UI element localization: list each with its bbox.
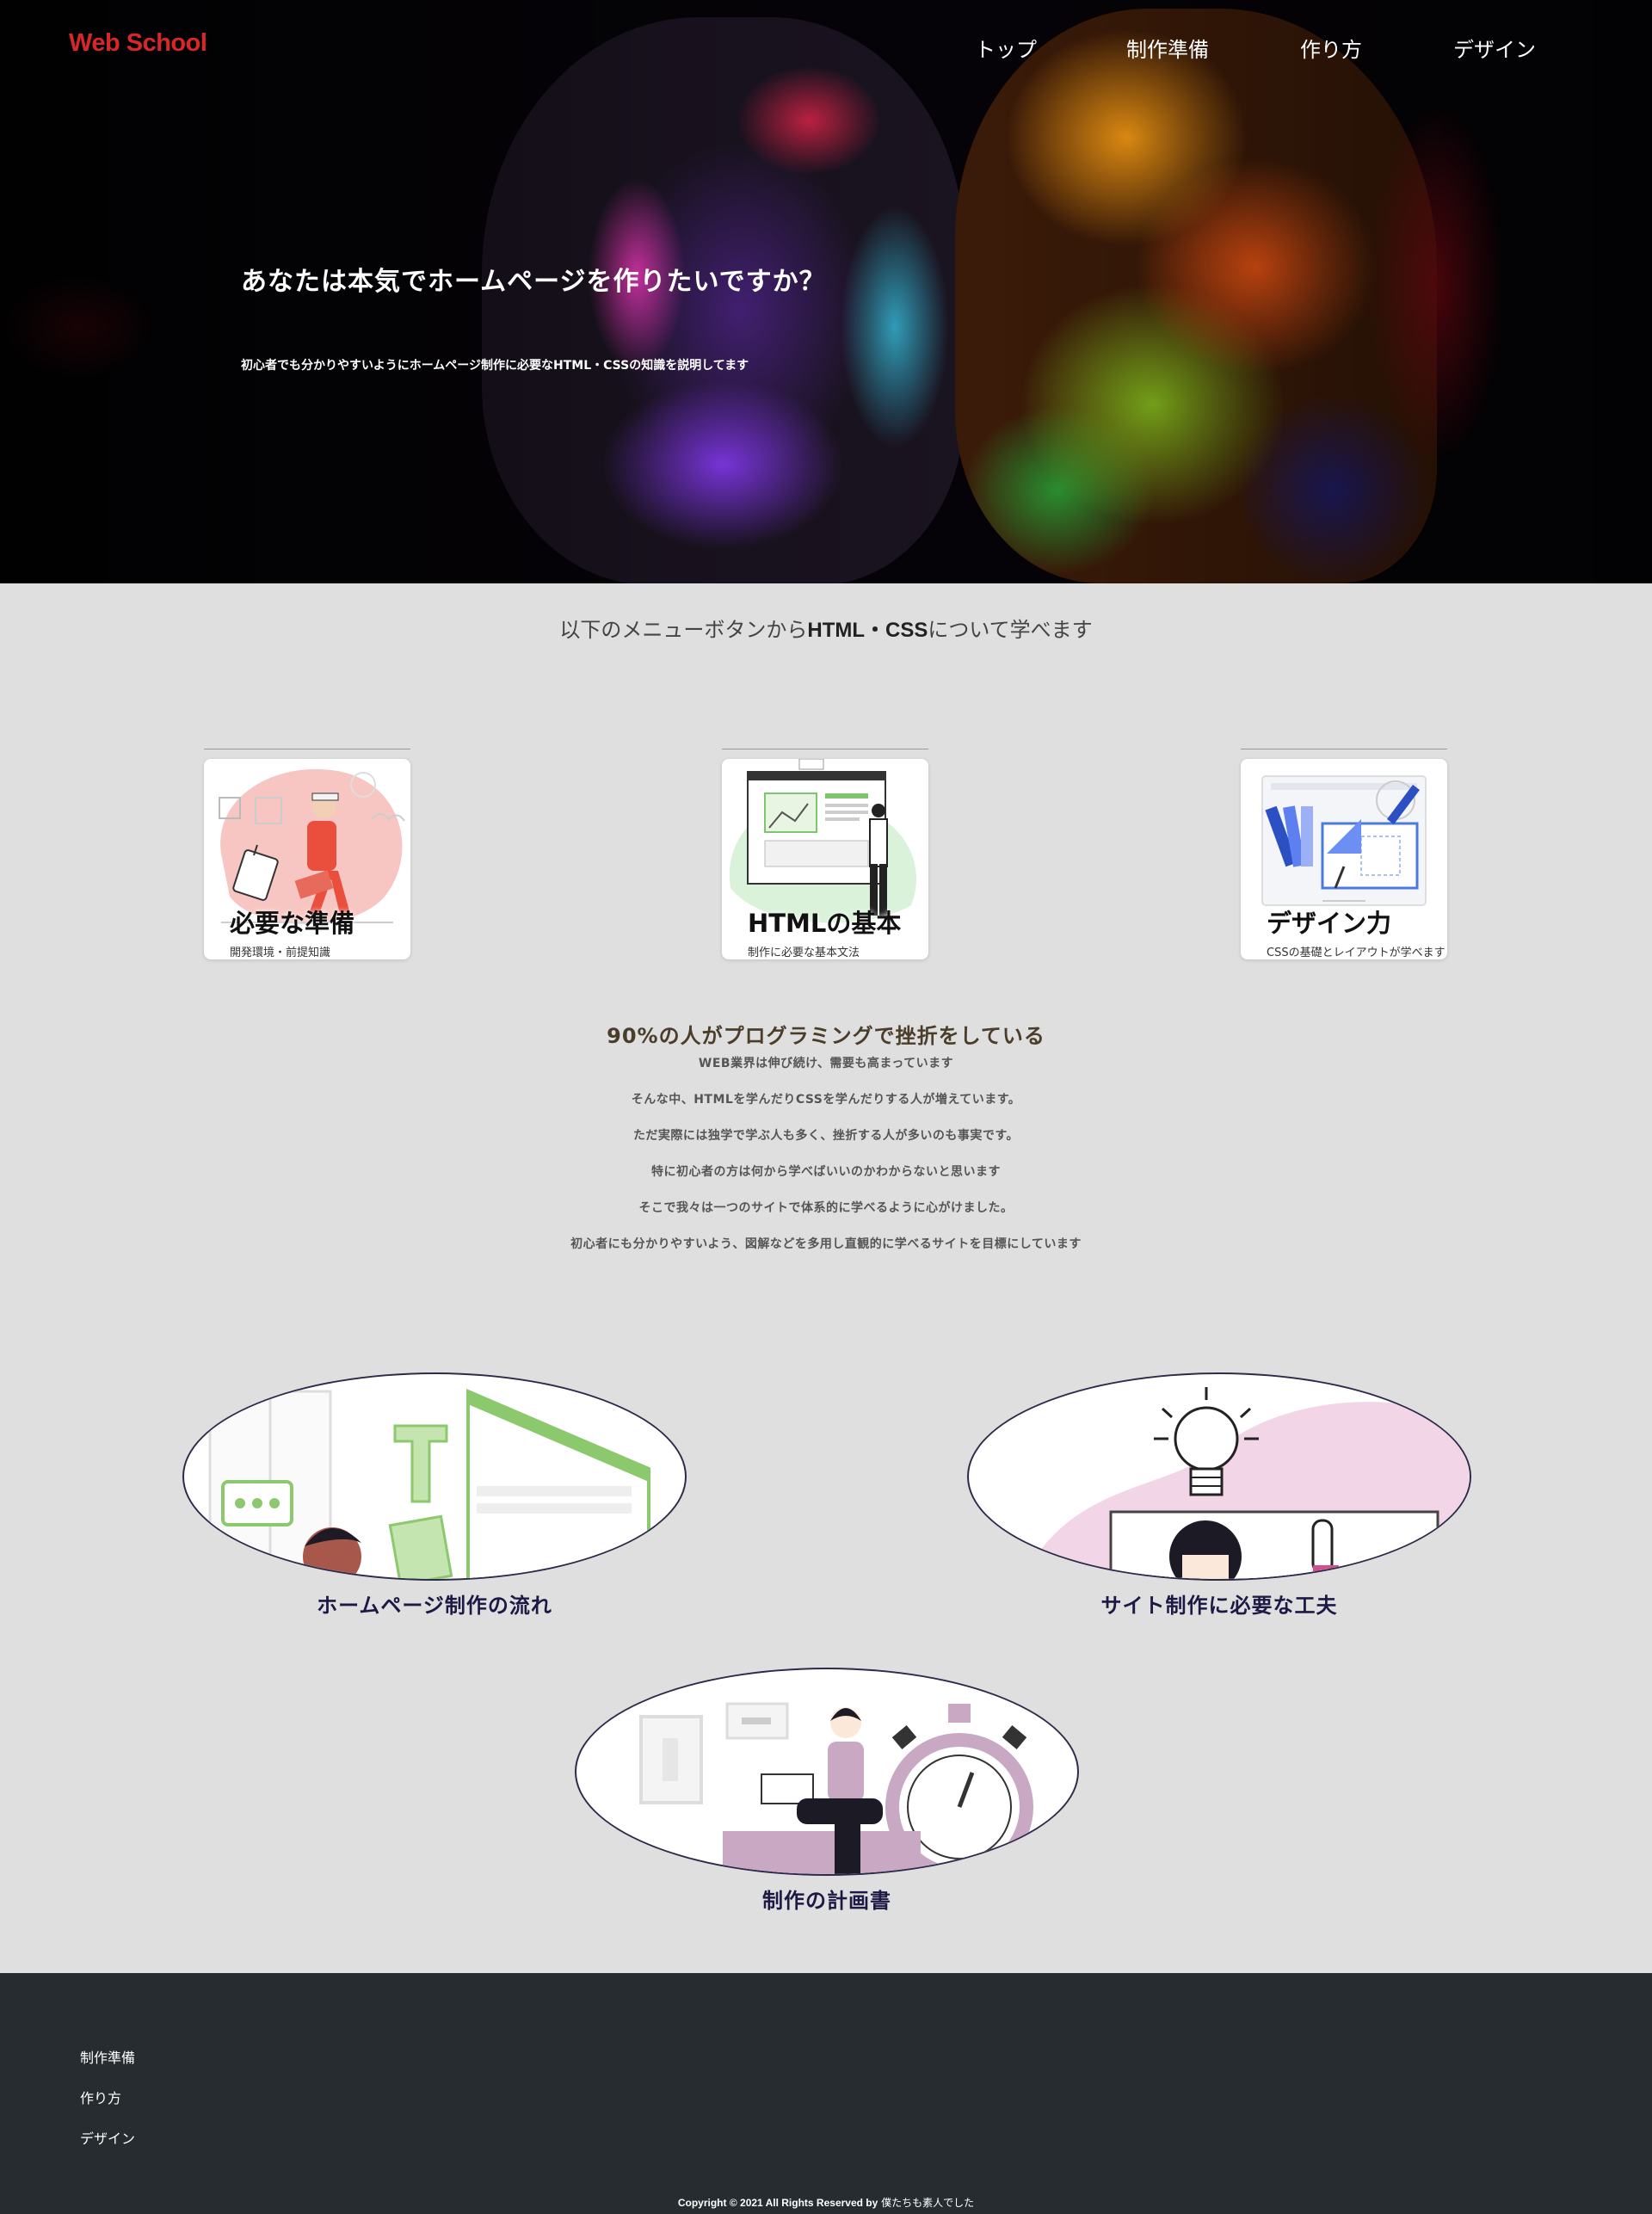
oval-link-site-flow[interactable] [182, 1372, 687, 1581]
copyright: Copyright © 2021 All Rights Reserved by … [0, 2195, 1652, 2210]
stopwatch-illustration [639, 1702, 1033, 1874]
about-line: ただ実際には独学で学ぶ人も多く、挫折する人が多いのも事実です。 [632, 1129, 1020, 1143]
intro-text: 以下のメニューボタンからHTML・CSSについて学べます [0, 613, 1652, 643]
nav-item-design[interactable]: デザイン [1453, 33, 1536, 63]
footer-link-design[interactable]: デザイン [80, 2127, 135, 2148]
lightbulb-illustration [1022, 1387, 1470, 1579]
about-title: 90%の人がプログラミングで挫折をしている [607, 1024, 1045, 1048]
intro-suffix: について学べます [928, 618, 1093, 642]
oval-link-plan[interactable] [575, 1668, 1079, 1876]
card-title: 必要な準備 [230, 909, 355, 938]
oval-label-plan[interactable]: 制作の計画書 [575, 1884, 1079, 1914]
card-title: デザイン力 [1267, 909, 1392, 938]
card-design[interactable]: デザイン力 CSSの基礎とレイアウトが学べます [1241, 749, 1447, 959]
card-html-basics[interactable]: HTMLの基本 制作に必要な基本文法 [722, 749, 928, 959]
nav-item-preparation[interactable]: 制作準備 [1126, 33, 1209, 63]
about-line: そこで我々は一つのサイトで体系的に学べるように心がけました。 [638, 1201, 1014, 1215]
editor-illustration [208, 1388, 650, 1579]
card-box[interactable]: HTMLの基本 制作に必要な基本文法 [722, 759, 928, 959]
intro-prefix: 以下のメニューボタンから [559, 618, 808, 642]
site-logo[interactable]: Web School [69, 29, 207, 58]
oval-link-site-tips[interactable] [967, 1372, 1471, 1581]
hero-title: あなたは本気でホームページを作りたいですか？ [241, 267, 826, 297]
card-title: HTMLの基本 [748, 909, 902, 938]
nav-item-top[interactable]: トップ [975, 33, 1037, 63]
footer-link-preparation[interactable]: 制作準備 [80, 2046, 135, 2067]
copyright-text: Copyright © 2021 All Rights Reserved by [677, 2197, 878, 2209]
card-subtitle: CSSの基礎とレイアウトが学べます [1267, 947, 1446, 959]
card-preparation[interactable]: 必要な準備 開発環境・前提知識 [204, 749, 410, 959]
about-line: 初心者にも分かりやすいよう、図解などを多用し直観的に学べるサイトを目標にしていま… [570, 1237, 1082, 1251]
hero-subtitle: 初心者でも分かりやすいようにホームページ制作に必要なHTML・CSSの知識を説明… [241, 359, 749, 373]
hero-banner: Web School トップ 制作準備 作り方 デザイン あなたは本気でホームペ… [0, 0, 1652, 583]
about-line: 特に初心者の方は何から学べばいいのかわからないと思います [651, 1165, 1001, 1179]
oval-label-site-flow[interactable]: ホームページ制作の流れ [182, 1588, 687, 1619]
site-footer: 制作準備 作り方 デザイン [0, 1973, 1652, 2214]
nav-item-howto[interactable]: 作り方 [1300, 33, 1362, 63]
card-subtitle: 制作に必要な基本文法 [748, 947, 860, 959]
card-box[interactable]: デザイン力 CSSの基礎とレイアウトが学べます [1241, 759, 1447, 959]
about-line: そんな中、HTMLを学んだりCSSを学んだりする人が増えています。 [631, 1093, 1021, 1107]
oval-label-site-tips[interactable]: サイト制作に必要な工夫 [967, 1588, 1471, 1619]
about-line: WEB業界は伸び続け、需要も高まっています [698, 1057, 954, 1070]
footer-link-howto[interactable]: 作り方 [80, 2087, 121, 2107]
card-box[interactable]: 必要な準備 開発環境・前提知識 [204, 759, 410, 959]
card-subtitle: 開発環境・前提知識 [230, 947, 331, 959]
intro-highlight: HTML・CSS [807, 619, 928, 642]
copyright-name: 僕たちも素人でした [881, 2197, 975, 2209]
about-text: WEB業界は伸び続け、需要も高まっています そんな中、HTMLを学んだりCSSを… [0, 1055, 1652, 1272]
